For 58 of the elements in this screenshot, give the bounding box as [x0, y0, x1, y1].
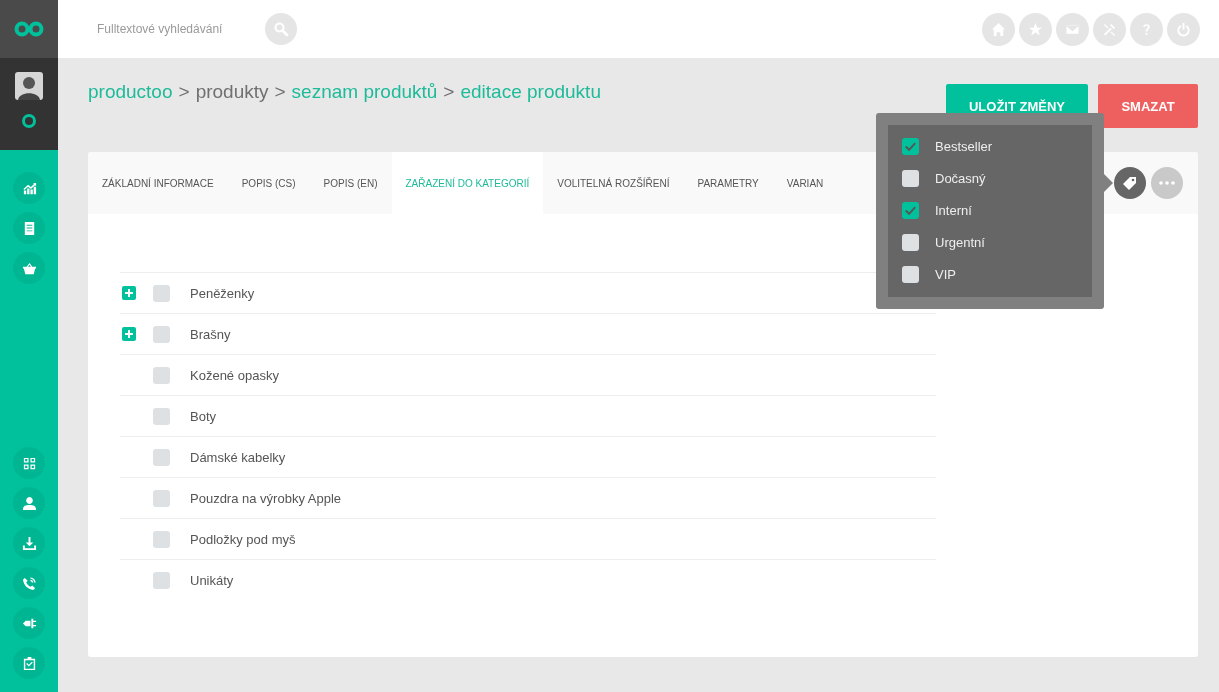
tab[interactable]: POPIS (CS) — [227, 152, 310, 214]
category-label: Podložky pod myš — [190, 531, 296, 547]
download-icon[interactable] — [13, 527, 45, 559]
tag-icon[interactable] — [1114, 167, 1146, 199]
tools-icon[interactable] — [1093, 12, 1126, 46]
phone-icon[interactable] — [13, 567, 45, 599]
search-icon[interactable] — [265, 13, 297, 45]
tab[interactable]: POPIS (EN) — [309, 152, 392, 214]
clipboard-check-icon[interactable] — [13, 647, 45, 679]
help-icon[interactable] — [1130, 12, 1163, 46]
expand-icon[interactable] — [122, 286, 136, 300]
tab[interactable]: VOLITELNÁ ROZŠÍŘENÍ — [543, 152, 684, 214]
delete-button[interactable]: SMAZAT — [1098, 84, 1198, 128]
breadcrumb-separator: > — [443, 81, 455, 103]
checkbox[interactable] — [153, 571, 170, 589]
expand-icon[interactable] — [122, 327, 136, 341]
checkbox[interactable] — [153, 530, 170, 548]
tag-option[interactable]: Dočasný — [935, 170, 986, 186]
tab[interactable]: PARAMETRY — [683, 152, 773, 214]
checkbox[interactable] — [153, 284, 170, 302]
checkbox[interactable] — [902, 233, 919, 251]
avatar[interactable] — [15, 72, 43, 100]
category-label: Pouzdra na výrobky Apple — [190, 490, 342, 506]
basket-icon[interactable] — [13, 252, 45, 284]
checkbox[interactable] — [902, 137, 919, 155]
category-label: Brašny — [190, 326, 231, 342]
category-label: Dámské kabelky — [190, 449, 286, 465]
checkbox[interactable] — [902, 201, 919, 219]
mail-icon[interactable] — [1056, 12, 1089, 46]
category-label: Peněženky — [190, 285, 255, 301]
checkbox[interactable] — [902, 169, 919, 187]
category-label: Boty — [190, 408, 216, 424]
checkbox[interactable] — [153, 407, 170, 425]
tab[interactable]: VARIAN — [772, 152, 838, 214]
logo-icon[interactable] — [14, 21, 44, 37]
tag-option[interactable]: Interní — [935, 202, 972, 218]
chart-icon[interactable] — [13, 172, 45, 204]
checkbox[interactable] — [153, 325, 170, 343]
breadcrumb-separator: > — [178, 81, 190, 103]
more-icon[interactable] — [1151, 167, 1183, 199]
power-icon[interactable] — [1167, 12, 1200, 46]
breadcrumb-separator: > — [274, 81, 286, 103]
checkbox[interactable] — [153, 366, 170, 384]
category-label: Unikáty — [190, 572, 234, 588]
checkbox[interactable] — [153, 489, 170, 507]
tag-option[interactable]: VIP — [935, 266, 956, 282]
checkbox[interactable] — [153, 448, 170, 466]
user-icon[interactable] — [13, 487, 45, 519]
category-label: Kožené opasky — [190, 367, 279, 383]
tag-option[interactable]: Urgentní — [935, 234, 985, 250]
plug-icon[interactable] — [13, 607, 45, 639]
tag-option[interactable]: Bestseller — [935, 138, 993, 154]
home-icon[interactable] — [982, 12, 1015, 46]
status-ring-icon — [22, 114, 36, 128]
checkbox[interactable] — [902, 265, 919, 283]
grid-icon[interactable] — [13, 447, 45, 479]
tab[interactable]: ZÁKLADNÍ INFORMACE — [88, 152, 228, 214]
document-icon[interactable] — [13, 212, 45, 244]
